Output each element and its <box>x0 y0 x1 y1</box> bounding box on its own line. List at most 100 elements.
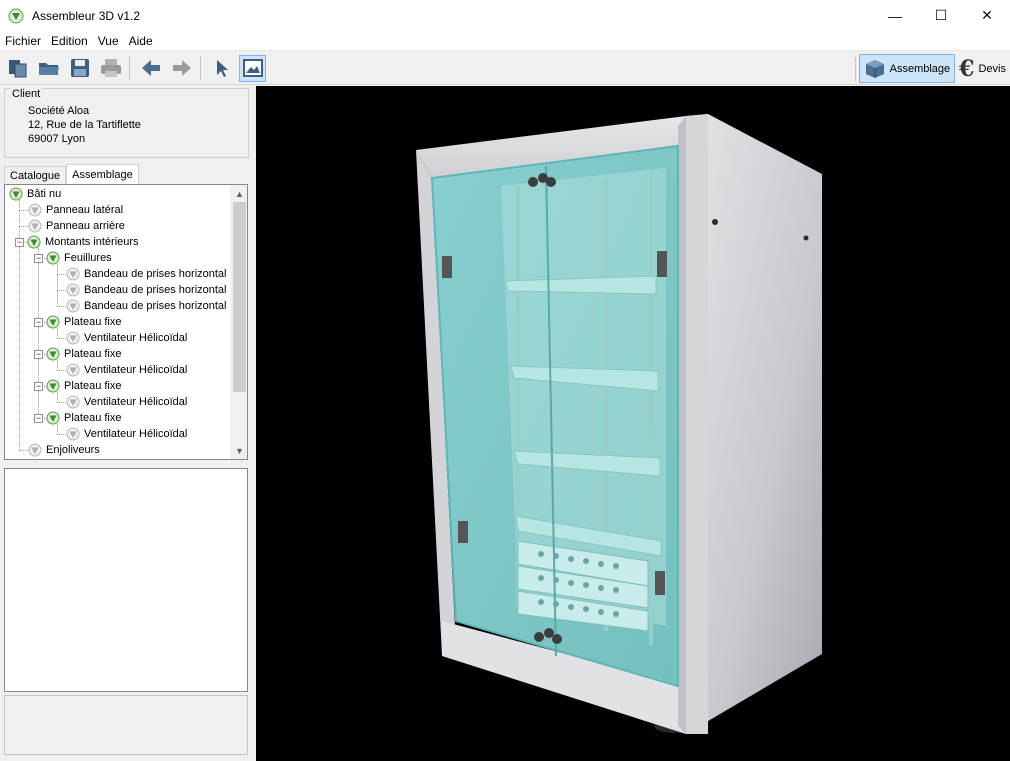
tree-item[interactable]: Bandeau de prises horizontal <box>66 298 226 314</box>
component-icon <box>9 187 23 201</box>
devis-mode-button[interactable]: € Devis <box>955 54 1010 83</box>
scroll-thumb[interactable] <box>233 202 246 392</box>
tree-item[interactable]: − Plateau fixe <box>34 378 121 394</box>
component-icon <box>46 251 60 265</box>
assembly-tree[interactable]: ▲ ▼ Bâti nu Panneau latéral Panneau arrièr… <box>4 184 248 460</box>
menu-vue[interactable]: Vue <box>93 34 124 48</box>
menu-bar: Fichier Edition Vue Aide <box>0 31 1010 51</box>
tree-item[interactable]: Enjoliveurs <box>28 442 100 458</box>
tree-item[interactable]: Panneau latéral <box>28 202 123 218</box>
tree-item-label: Montants intérieurs <box>45 236 139 248</box>
tree-item-label: Ventilateur Hélicoïdal <box>84 332 188 344</box>
menu-edition[interactable]: Edition <box>46 34 93 48</box>
component-icon <box>28 203 42 217</box>
collapse-icon[interactable]: − <box>34 349 43 359</box>
tree-item-label: Ventilateur Hélicoïdal <box>84 428 188 440</box>
collapse-icon[interactable]: − <box>34 381 43 391</box>
open-button[interactable] <box>35 55 62 82</box>
title-bar: Assembleur 3D v1.2 — ☐ ✕ <box>0 0 1010 31</box>
properties-panel <box>4 468 248 692</box>
copy-icon <box>8 60 26 78</box>
component-icon <box>46 347 60 361</box>
tab-catalogue[interactable]: Catalogue <box>4 166 67 185</box>
back-arrow-icon <box>141 60 160 76</box>
component-icon <box>66 299 80 313</box>
view-image-icon <box>242 59 263 77</box>
tree-item[interactable]: − Plateau fixe <box>34 346 121 362</box>
save-button[interactable] <box>66 55 93 82</box>
tree-item-label: Bandeau de prises horizontal <box>84 284 227 296</box>
print-button[interactable] <box>97 55 124 82</box>
scroll-down-icon[interactable]: ▼ <box>231 442 247 459</box>
tree-item[interactable]: − Montants intérieurs <box>15 234 139 250</box>
scroll-up-icon[interactable]: ▲ <box>231 185 247 202</box>
app-icon <box>8 8 24 23</box>
3d-viewport[interactable] <box>256 86 1010 761</box>
tree-item-label: Bandeau de prises horizontal <box>84 300 227 312</box>
component-icon <box>66 427 80 441</box>
tab-strip: Catalogue Assemblage <box>4 164 139 185</box>
component-icon <box>28 443 42 457</box>
tree-item-label: Ventilateur Hélicoïdal <box>84 364 188 376</box>
select-tool-button[interactable] <box>208 55 235 82</box>
minimize-button[interactable]: — <box>872 0 918 31</box>
tree-item[interactable]: Panneau arrière <box>28 218 125 234</box>
tree-item[interactable]: − Feuillures <box>34 250 112 266</box>
back-button[interactable] <box>137 55 164 82</box>
tree-item-label: Panneau latéral <box>46 204 124 216</box>
toolbar-separator <box>200 56 201 80</box>
client-city: 69007 Lyon <box>28 133 86 145</box>
tree-item-label: Plateau fixe <box>64 316 122 328</box>
component-icon <box>66 331 80 345</box>
menu-fichier[interactable]: Fichier <box>0 34 46 48</box>
component-icon <box>27 235 41 249</box>
tree-item[interactable]: − Plateau fixe <box>34 314 121 330</box>
assemblage-mode-button[interactable]: Assemblage <box>858 54 956 83</box>
toolbar-separator <box>854 56 856 81</box>
client-street: 12, Rue de la Tartiflette <box>28 119 141 131</box>
forward-button[interactable] <box>168 55 195 82</box>
left-panel: Client Société Aloa 12, Rue de la Tartif… <box>0 86 254 761</box>
tree-item-label: Feuillures <box>64 252 112 264</box>
tree-item[interactable]: Bâti nu <box>9 186 61 202</box>
tree-item-label: Bandeau de prises horizontal <box>84 268 227 280</box>
collapse-icon[interactable]: − <box>34 413 43 423</box>
collapse-icon[interactable]: − <box>15 237 24 247</box>
view-tool-button[interactable] <box>239 54 266 82</box>
component-icon <box>46 379 60 393</box>
close-button[interactable]: ✕ <box>964 0 1010 31</box>
tree-item[interactable]: Bandeau de prises horizontal <box>66 266 226 282</box>
tree-item[interactable]: Ventilateur Hélicoïdal <box>66 426 187 442</box>
collapse-icon[interactable]: − <box>34 317 43 327</box>
tree-item-label: Plateau fixe <box>64 412 122 424</box>
cabinet-3d-model <box>416 114 822 734</box>
component-icon <box>28 219 42 233</box>
maximize-button[interactable]: ☐ <box>918 0 964 31</box>
toolbar-separator <box>129 56 130 80</box>
forward-arrow-icon <box>172 60 191 76</box>
tree-item[interactable]: Bandeau de prises horizontal <box>66 282 226 298</box>
euro-icon: € <box>959 55 975 82</box>
collapse-icon[interactable]: − <box>34 253 43 263</box>
tree-item[interactable]: Ventilateur Hélicoïdal <box>66 362 187 378</box>
tree-connector <box>57 264 58 306</box>
print-icon <box>100 59 121 77</box>
tree-scrollbar[interactable]: ▲ ▼ <box>230 185 247 459</box>
save-icon <box>70 59 89 77</box>
tree-item-label: Bâti nu <box>27 188 62 200</box>
toolbar: Assemblage € Devis <box>0 52 1010 85</box>
pointer-icon <box>216 60 228 77</box>
client-name: Société Aloa <box>28 105 90 117</box>
open-folder-icon <box>38 63 59 75</box>
tree-item[interactable]: Ventilateur Hélicoïdal <box>66 394 187 410</box>
client-legend: Client <box>10 88 43 100</box>
component-icon <box>66 395 80 409</box>
tree-item[interactable]: Ventilateur Hélicoïdal <box>66 330 187 346</box>
component-icon <box>66 267 80 281</box>
component-icon <box>46 411 60 425</box>
menu-aide[interactable]: Aide <box>124 34 158 48</box>
copy-button[interactable] <box>4 55 31 82</box>
tab-assemblage[interactable]: Assemblage <box>66 164 139 185</box>
tree-item[interactable]: − Plateau fixe <box>34 410 121 426</box>
tree-item-label: Enjoliveurs <box>46 444 100 456</box>
